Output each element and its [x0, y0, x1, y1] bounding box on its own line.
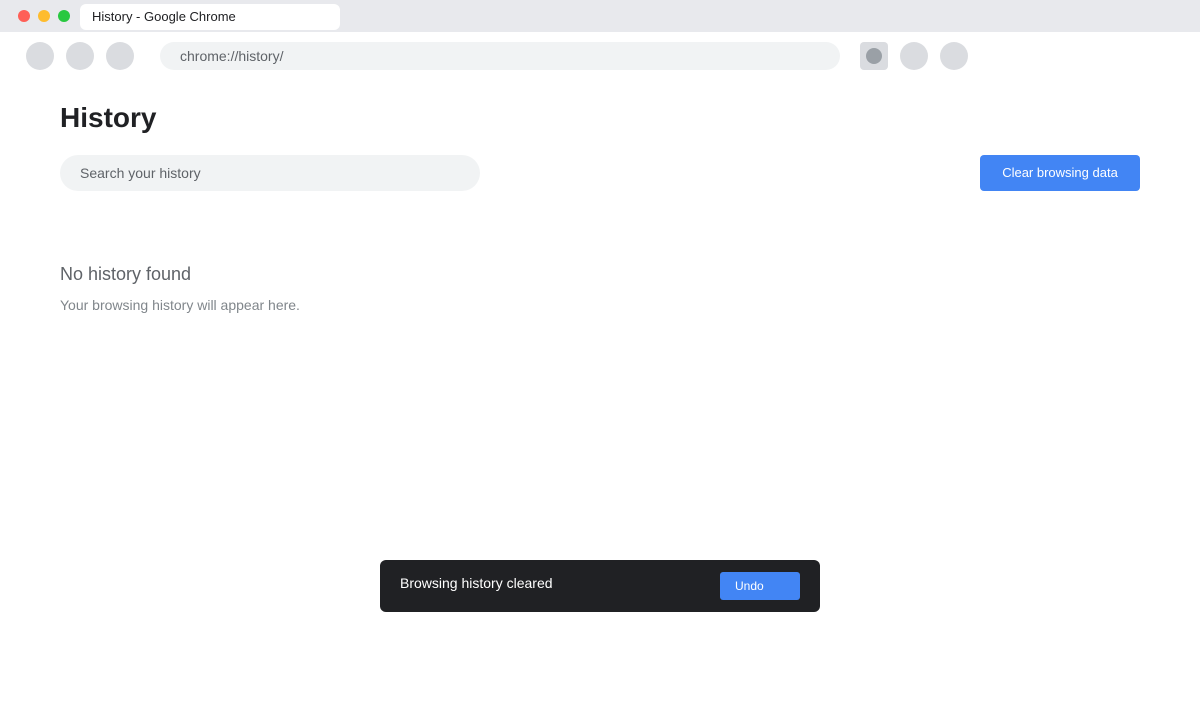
- empty-state-title: No history found: [60, 264, 192, 284]
- minimize-window-icon[interactable]: [38, 10, 50, 22]
- snackbar-message: Browsing history cleared: [400, 575, 553, 591]
- profile-button[interactable]: [900, 42, 928, 70]
- browser-toolbar: chrome://history/: [0, 32, 1200, 80]
- clear-browsing-data-button[interactable]: Clear browsing data: [980, 155, 1140, 191]
- tab-history[interactable]: History - Google Chrome: [80, 4, 340, 30]
- browser-window: History - Google Chrome chrome://history…: [0, 0, 1200, 720]
- close-window-icon[interactable]: [18, 10, 30, 22]
- menu-button[interactable]: [940, 42, 968, 70]
- reload-button[interactable]: [106, 42, 134, 70]
- undo-button[interactable]: Undo: [720, 572, 800, 600]
- maximize-window-icon[interactable]: [58, 10, 70, 22]
- empty-state-subtitle: Your browsing history will appear here.: [60, 297, 300, 313]
- page-title: History: [60, 102, 157, 133]
- address-bar[interactable]: chrome://history/: [160, 42, 840, 70]
- back-button[interactable]: [26, 42, 54, 70]
- forward-button[interactable]: [66, 42, 94, 70]
- extension-button[interactable]: [860, 42, 888, 70]
- snackbar: Browsing history cleared Undo: [380, 560, 820, 612]
- extension-icon: [866, 48, 882, 64]
- title-bar: History - Google Chrome: [0, 0, 1200, 32]
- search-history-input[interactable]: [60, 155, 480, 191]
